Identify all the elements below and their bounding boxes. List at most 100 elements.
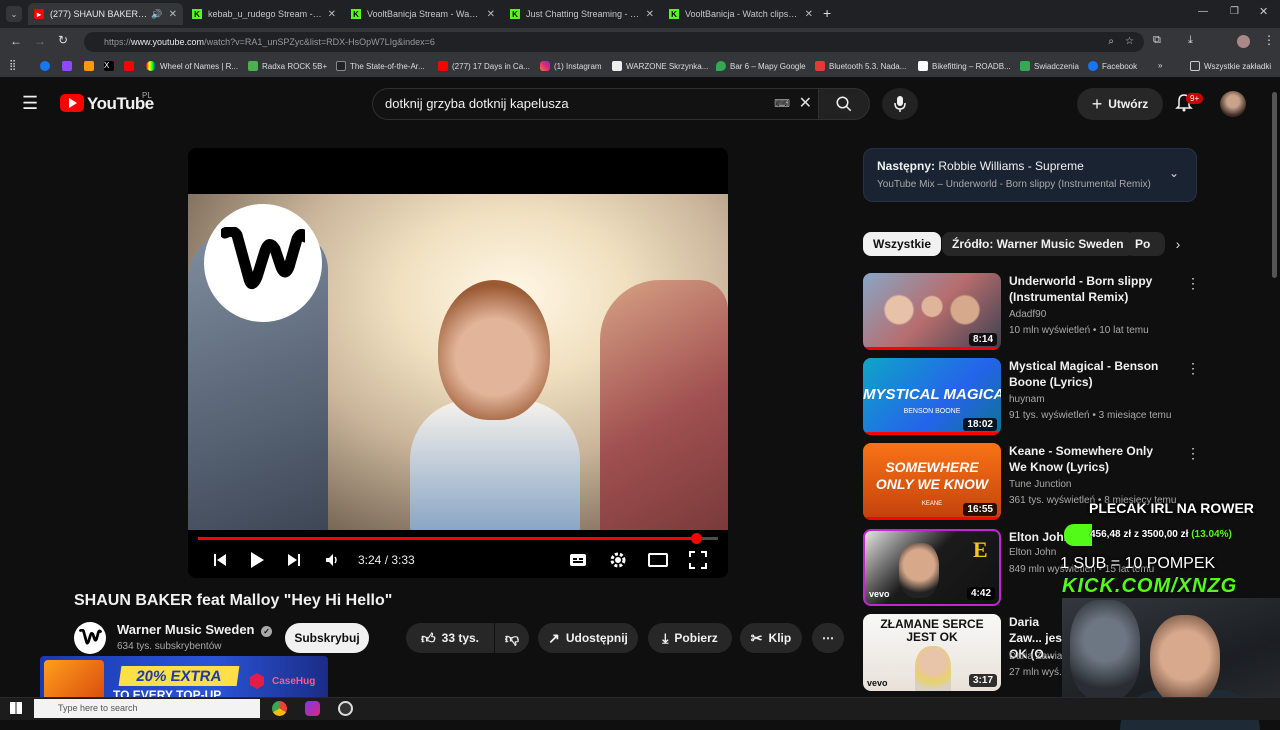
more-vertical-icon[interactable]: ⋮ [1186,360,1200,377]
tab-youtube[interactable]: ▸ (277) SHAUN BAKER feat Malloy 🔊 ✕ [28,3,183,25]
apps-icon[interactable]: ⣿ [9,60,16,71]
voice-search-button[interactable] [882,88,918,120]
hamburger-menu-icon[interactable]: ☰ [22,93,38,114]
page-scrollbar[interactable] [1272,92,1277,278]
channel-name[interactable]: Warner Music Sweden ✓ [117,622,273,637]
tab-kick-1[interactable]: K kebab_u_rudego Stream - Watch Live ✕ [186,3,342,25]
create-button[interactable]: + Utwórz [1077,88,1163,120]
video-item-channel[interactable]: Tune Junction [1009,479,1071,490]
fullscreen-icon[interactable] [686,548,710,572]
back-icon[interactable]: ← [10,34,22,48]
bookmark-item[interactable]: (277) 17 Days in Ca... [438,61,530,71]
close-icon[interactable]: ✕ [805,9,813,20]
dislike-button[interactable]: 👎︎ [495,623,529,653]
minimize-icon[interactable]: — [1198,6,1208,17]
share-button[interactable]: ↗ Udostępnij [538,623,638,653]
bookmark-item[interactable]: Swiadczenia [1020,61,1079,71]
chip-all[interactable]: Wszystkie [863,232,942,256]
video-item-channel[interactable]: Adadf90 [1009,309,1046,320]
search-button[interactable] [818,88,870,120]
chevron-down-icon[interactable]: ⌄ [1169,166,1179,180]
profile-icon[interactable] [1237,35,1250,48]
download-button[interactable]: ⤓ Pobierz [648,623,732,653]
channel-avatar[interactable] [74,622,106,654]
bookmark-item[interactable]: (1) Instagram [540,61,602,71]
windows-start-icon[interactable] [10,702,22,714]
url-field[interactable]: https://www.youtube.com/watch?v=RA1_unSP… [84,32,1144,52]
bookmark-yt-icon[interactable] [124,61,138,71]
new-tab-icon[interactable]: + [823,5,831,21]
bookmark-item[interactable]: Wheel of Names | R... [146,61,238,71]
video-item-channel[interactable]: huynam [1009,394,1045,405]
play-icon[interactable] [245,548,269,572]
tab-kick-4[interactable]: K VooltBanicja - Watch clips on Kick ✕ [663,3,819,25]
settings-gear-icon[interactable] [606,548,630,572]
video-thumbnail[interactable]: SOMEWHERE ONLY WE KNOW KEANE 16:55 [863,443,1001,520]
close-icon[interactable]: ✕ [487,9,495,20]
tab-search-dropdown[interactable]: ⌄ [6,6,22,22]
tab-kick-3[interactable]: K Just Chatting Streaming - Live S ✕ [504,3,660,25]
download-icon[interactable]: ⤓ [1188,34,1193,47]
bookmark-item[interactable]: Bar 6 – Mapy Google [716,61,806,71]
more-vertical-icon[interactable]: ⋮ [1186,445,1200,462]
reload-icon[interactable]: ↻ [58,33,68,47]
bookmark-amazon-icon[interactable] [84,61,98,71]
account-avatar[interactable] [1220,91,1246,117]
subtitles-icon[interactable] [566,548,590,572]
clear-search-icon[interactable]: ✕ [799,89,812,119]
video-item-channel[interactable]: Elton John [1009,547,1056,558]
zoom-icon[interactable]: ⌕ [1108,32,1114,52]
chip-source-channel[interactable]: Źródło: Warner Music Sweden [942,232,1134,256]
close-icon[interactable]: ✕ [646,9,654,20]
taskbar-app-icon[interactable] [305,701,320,716]
bookmark-x-icon[interactable]: X [104,61,118,71]
video-thumbnail[interactable]: E vevo 4:42 [863,529,1001,606]
keyboard-icon[interactable]: ⌨ [774,89,790,119]
taskbar-obs-icon[interactable] [338,701,353,716]
search-input[interactable]: dotknij grzyba dotknij kapelusza ⌨ ✕ [372,88,818,120]
close-icon[interactable]: ✕ [169,9,177,20]
menu-icon[interactable]: ⋮ [1263,33,1275,47]
bookmark-item[interactable]: Radxa ROCK 5B+ [248,61,327,71]
video-item-title[interactable]: Mystical Magical - Benson Boone (Lyrics) [1009,358,1169,390]
clip-button[interactable]: ✂ Klip [740,623,802,653]
thumbnail-figure [899,543,939,598]
previous-icon[interactable] [208,548,232,572]
restore-icon[interactable]: ❐ [1230,6,1239,17]
subscribe-button[interactable]: Subskrybuj [285,623,369,653]
close-icon[interactable]: ✕ [328,9,336,20]
chrome-icon[interactable] [272,701,287,716]
video-item-title[interactable]: Underworld - Born slippy (Instrumental R… [1009,273,1169,305]
video-thumbnail[interactable]: MYSTICAL MAGICAL BENSON BOONE 18:02 [863,358,1001,435]
star-icon[interactable]: ☆ [1125,32,1134,52]
theater-mode-icon[interactable] [646,548,670,572]
chevron-right-icon[interactable]: › [1165,232,1191,256]
bookmark-item[interactable]: Bikefitting – ROADB... [918,61,1011,71]
bookmark-twitch-icon[interactable] [62,61,76,71]
tab-kick-2[interactable]: K VooltBanicja Stream - Watch Live ✕ [345,3,501,25]
video-thumbnail[interactable]: 8:14 [863,273,1001,350]
video-thumbnail[interactable]: ZŁAMANE SERCE JEST OK vevo 3:17 [863,614,1001,691]
search-icon [836,96,852,112]
up-next-panel[interactable] [863,148,1197,202]
window-close-icon[interactable]: ✕ [1259,5,1268,18]
donation-goal-fill [1064,524,1092,546]
forward-icon[interactable]: → [34,34,46,48]
bookmark-item[interactable]: The State-of-the-Ar... [336,61,425,71]
bookmarks-overflow-icon[interactable]: » [1158,61,1162,70]
extensions-icon[interactable]: ⧉ [1153,34,1161,47]
chip-more[interactable]: Po [1125,232,1165,256]
all-bookmarks[interactable]: Wszystkie zakładki [1190,61,1271,71]
more-actions-button[interactable]: ⋯ [812,623,844,653]
bookmark-item[interactable]: Facebook [1088,61,1137,71]
bookmark-item[interactable]: WARZONE Skrzynka... [612,61,708,71]
volume-icon[interactable] [320,548,344,572]
taskbar-search-input[interactable]: Type here to search [34,699,260,718]
youtube-logo-icon[interactable] [60,94,84,112]
like-button[interactable]: 👍︎ 33 tys. [406,623,494,653]
next-icon[interactable] [282,548,306,572]
bookmark-facebook-icon[interactable] [40,61,54,71]
more-vertical-icon[interactable]: ⋮ [1186,275,1200,292]
bookmark-item[interactable]: Bluetooth 5.3. Nada... [815,61,906,71]
video-item-title[interactable]: Keane - Somewhere Only We Know (Lyrics) [1009,443,1169,475]
